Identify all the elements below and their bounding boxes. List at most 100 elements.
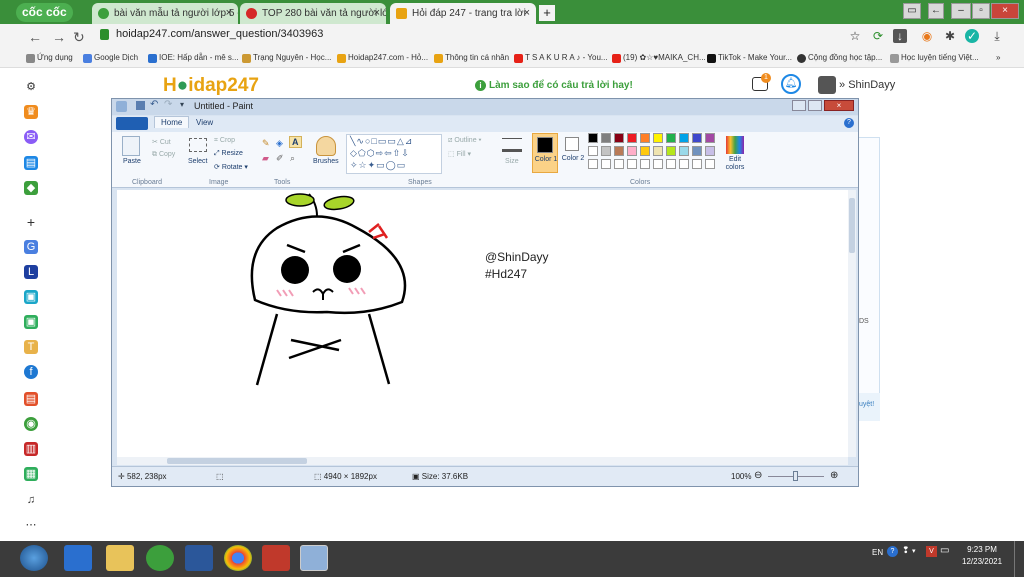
zoom-out-button[interactable]: ⊖ bbox=[754, 470, 762, 481]
zoom-slider-thumb[interactable] bbox=[793, 471, 798, 481]
bookmark-profile[interactable]: Thông tin cá nhân bbox=[434, 53, 509, 63]
calc-icon[interactable]: ▦ bbox=[24, 467, 38, 481]
tab-home[interactable]: Home bbox=[154, 116, 190, 128]
messenger-icon[interactable]: ✉ bbox=[24, 130, 38, 144]
translate-side-icon[interactable]: G bbox=[24, 240, 38, 254]
add-icon[interactable]: + bbox=[24, 215, 38, 229]
brushes-icon[interactable] bbox=[316, 136, 336, 156]
window-minimize-button[interactable]: – bbox=[951, 3, 971, 19]
back-icon[interactable]: ← bbox=[28, 29, 42, 45]
crop-button[interactable]: ⌗ Crop bbox=[214, 137, 235, 145]
size-icon[interactable] bbox=[502, 138, 522, 152]
select-button[interactable]: Select bbox=[188, 158, 207, 165]
outline-dropdown[interactable]: ⧄ Outline ▾ bbox=[448, 137, 481, 145]
zoom-in-button[interactable]: ⊕ bbox=[830, 470, 838, 481]
palette-swatch[interactable] bbox=[640, 146, 650, 156]
palette-swatch[interactable] bbox=[614, 146, 624, 156]
news-icon[interactable]: ▥ bbox=[24, 442, 38, 456]
paint-minimize-button[interactable] bbox=[792, 100, 806, 111]
color-picker-icon[interactable]: ✐ bbox=[276, 153, 284, 164]
cut-button[interactable]: ✂ Cut bbox=[152, 138, 171, 146]
window-close-button[interactable]: × bbox=[991, 3, 1019, 19]
bookmark-youtube-1[interactable]: T S A K U R A ♪ - You... bbox=[514, 53, 608, 63]
fill-dropdown[interactable]: ⬚ Fill ▾ bbox=[448, 150, 471, 158]
undo-icon[interactable]: ↶ bbox=[150, 99, 158, 110]
translate-icon[interactable]: ⟳ bbox=[871, 29, 885, 43]
color2-button[interactable]: Color 2 bbox=[561, 133, 585, 173]
palette-swatch[interactable] bbox=[679, 159, 689, 169]
l-app-icon[interactable]: L bbox=[24, 265, 38, 279]
quick-access-dropdown-icon[interactable]: ▾ bbox=[180, 100, 184, 109]
system-clock[interactable]: 9:23 PM 12/23/2021 bbox=[962, 544, 1002, 568]
palette-swatch[interactable] bbox=[588, 146, 598, 156]
palette-swatch[interactable] bbox=[640, 133, 650, 143]
paste-button[interactable]: Paste bbox=[123, 158, 141, 165]
window-maximize-button[interactable]: ▫ bbox=[972, 3, 990, 19]
paint-close-button[interactable]: × bbox=[824, 100, 854, 111]
paint-taskbar-icon[interactable] bbox=[300, 545, 328, 571]
coccoc-menu-button[interactable]: cốc cốc bbox=[16, 3, 73, 22]
app-green-icon[interactable]: ▣ bbox=[24, 315, 38, 329]
palette-swatch[interactable] bbox=[601, 159, 611, 169]
tab-close-icon[interactable]: × bbox=[226, 3, 232, 24]
horizontal-scroll-thumb[interactable] bbox=[167, 458, 307, 464]
palette-swatch[interactable] bbox=[692, 146, 702, 156]
window-extra-icon[interactable]: ▭ bbox=[903, 3, 921, 19]
palette-swatch[interactable] bbox=[627, 146, 637, 156]
t-app-icon[interactable]: T bbox=[24, 340, 38, 354]
bookmarks-overflow-icon[interactable]: » bbox=[996, 53, 1000, 62]
vertical-scrollbar[interactable] bbox=[848, 190, 856, 457]
notes-icon[interactable]: ▤ bbox=[24, 392, 38, 406]
security-app-icon[interactable] bbox=[262, 545, 290, 571]
bell-side-icon[interactable]: ♫ bbox=[24, 493, 38, 507]
tab-view[interactable]: View bbox=[196, 118, 213, 127]
bookmark-tiktok[interactable]: TikTok - Make Your... bbox=[707, 53, 792, 63]
help-icon[interactable]: ? bbox=[844, 118, 854, 128]
palette-swatch[interactable] bbox=[640, 159, 650, 169]
bookmark-hoidap247[interactable]: Hoidap247.com - Hỏ... bbox=[337, 53, 428, 63]
text-tool-icon[interactable]: A bbox=[289, 136, 302, 148]
antivirus-tray-icon[interactable]: V bbox=[926, 546, 937, 557]
notification-bell-icon[interactable]: 🔔︎ bbox=[781, 74, 801, 94]
palette-swatch[interactable] bbox=[614, 159, 624, 169]
coccoc-side-icon[interactable]: ◉ bbox=[24, 417, 38, 431]
bookmark-google-translate[interactable]: Google Dịch bbox=[83, 53, 138, 63]
start-button[interactable] bbox=[20, 545, 48, 571]
select-icon[interactable] bbox=[189, 138, 207, 152]
word-icon[interactable] bbox=[185, 545, 213, 571]
palette-swatch[interactable] bbox=[627, 133, 637, 143]
bookmark-youtube-2[interactable]: (19) ✿☆♥MAIKA_CH... bbox=[612, 53, 706, 63]
chart-icon[interactable]: ▤ bbox=[24, 156, 38, 170]
tab-1[interactable]: bài văn mẫu tả người lớp 5 - × bbox=[92, 3, 238, 24]
game-icon[interactable]: ◆ bbox=[24, 181, 38, 195]
bookmark-community[interactable]: Cộng đồng học tập... bbox=[797, 53, 882, 63]
tip-link[interactable]: i Làm sao để có câu trả lời hay! bbox=[475, 80, 633, 91]
size-button[interactable]: Size bbox=[505, 158, 519, 165]
bookmark-star-icon[interactable]: ☆ bbox=[848, 29, 862, 43]
eraser-icon[interactable]: ▰ bbox=[262, 153, 269, 164]
palette-swatch[interactable] bbox=[666, 159, 676, 169]
palette-swatch[interactable] bbox=[705, 146, 715, 156]
explorer-icon[interactable] bbox=[106, 545, 134, 571]
download-extension-icon[interactable]: ↓ bbox=[893, 29, 907, 43]
crown-icon[interactable]: ♛ bbox=[24, 105, 38, 119]
bookmark-trang-nguyen[interactable]: Trạng Nguyên - Học... bbox=[242, 53, 331, 63]
tab-2[interactable]: TOP 280 bài văn tả người lớp × bbox=[240, 3, 386, 24]
vertical-scroll-thumb[interactable] bbox=[849, 198, 855, 253]
show-desktop-button[interactable] bbox=[1014, 541, 1024, 577]
palette-swatch[interactable] bbox=[588, 133, 598, 143]
horizontal-scrollbar[interactable] bbox=[117, 457, 848, 465]
save-icon[interactable] bbox=[136, 101, 145, 110]
address-bar[interactable]: hoidap247.com/answer_question/3403963 bbox=[116, 28, 323, 40]
network-icon[interactable]: ▭ bbox=[940, 545, 949, 556]
bookmark-apps[interactable]: Ứng dụng bbox=[26, 53, 73, 63]
color1-button[interactable]: Color 1 bbox=[532, 133, 558, 173]
palette-swatch[interactable] bbox=[614, 133, 624, 143]
paint-maximize-button[interactable] bbox=[808, 100, 822, 111]
bookmark-vietnamese[interactable]: Học luyện tiếng Việt... bbox=[890, 53, 979, 63]
tab-3-active[interactable]: Hỏi đáp 247 - trang tra lời × bbox=[390, 3, 536, 24]
bookmark-ioe[interactable]: IOE: Hấp dẫn - mê s... bbox=[148, 53, 239, 63]
tray-chevron-icon[interactable]: ▾ bbox=[912, 547, 916, 555]
palette-swatch[interactable] bbox=[679, 133, 689, 143]
shapes-gallery[interactable]: ╲∿○□▭▭△⊿ ◇⬠⬡⇨⇦⇧⇩ ✧☆✦▭◯▭ bbox=[346, 134, 442, 174]
